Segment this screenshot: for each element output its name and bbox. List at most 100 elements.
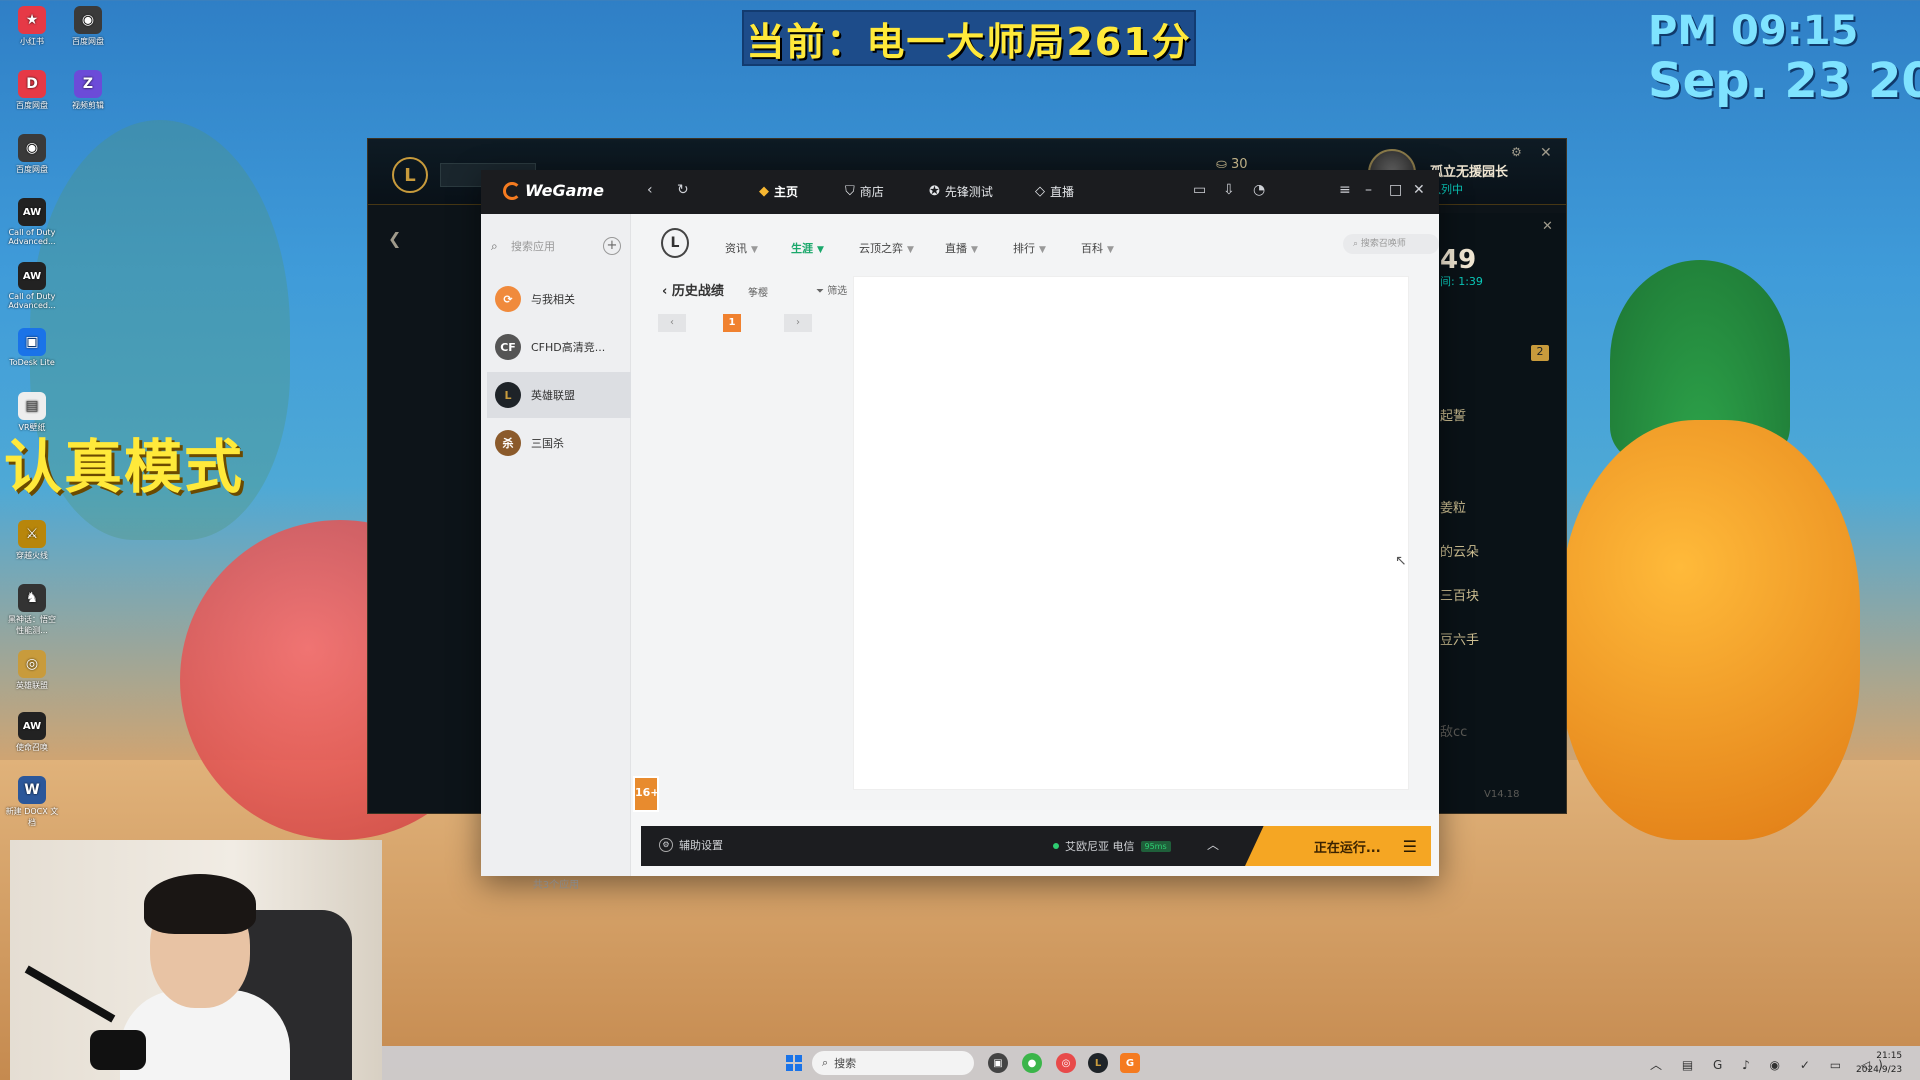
app-search[interactable]: ⌕ 搜索应用 +: [491, 234, 621, 258]
subtab-ranking[interactable]: 排行 ▼: [1013, 240, 1046, 256]
chevron-up-icon[interactable]: ︿: [1207, 836, 1219, 853]
desktop-icon[interactable]: ⚔ 穿越火线: [4, 520, 60, 561]
streamer-webcam: [10, 840, 382, 1080]
desktop-icon[interactable]: AW Call of Duty Advanced...: [4, 198, 60, 246]
app-icon: Z: [74, 70, 102, 98]
subtab-live[interactable]: 直播 ▼: [945, 240, 978, 256]
desktop-icon[interactable]: ◎ 英雄联盟: [4, 650, 60, 691]
sidebar-item-sanguosha[interactable]: 杀三国杀: [487, 420, 631, 466]
sanguosha-icon: 杀: [495, 430, 521, 456]
menu-icon[interactable]: ≡: [1339, 182, 1351, 198]
maximize-icon[interactable]: □: [1389, 182, 1402, 198]
sidebar-item-label: 三国杀: [531, 437, 564, 450]
filter-button[interactable]: ⏷ 筛选: [816, 282, 847, 297]
lol-friend-item[interactable]: 姜粒: [1440, 497, 1466, 516]
desktop-icon[interactable]: AW Call of Duty Advanced...: [4, 262, 60, 310]
lol-friend-item[interactable]: 豆六手: [1440, 629, 1479, 648]
close-icon[interactable]: ✕: [1542, 219, 1553, 234]
wegame-taskbar-icon[interactable]: G: [1120, 1053, 1140, 1073]
desktop-icon[interactable]: Z 视频剪辑: [60, 70, 116, 111]
desktop-icon[interactable]: D 百度网盘: [4, 70, 60, 111]
close-icon[interactable]: ✕: [1540, 145, 1552, 161]
tab-store[interactable]: ⛉ 商店: [845, 183, 884, 200]
desktop-icon-label: Call of Duty Advanced...: [8, 292, 56, 310]
close-icon[interactable]: ✕: [1413, 182, 1425, 198]
app-count: 共3个应用: [532, 880, 580, 891]
refresh-icon[interactable]: ↻: [677, 182, 689, 198]
running-button[interactable]: 正在运行... ☰: [1245, 826, 1431, 866]
tab-home[interactable]: ◆ 主页: [759, 183, 798, 200]
taskbar-search-label: 搜索: [834, 1057, 857, 1070]
desktop-icon[interactable]: ▣ ToDesk Lite: [4, 328, 60, 367]
subtab-tft[interactable]: 云顶之弈 ▼: [859, 240, 914, 256]
summoner-search-input[interactable]: ⌕ 搜索召唤师: [1343, 234, 1439, 254]
desktop-icon[interactable]: W 新建 DOCX 文档: [4, 776, 60, 828]
store-icon: ⛉: [845, 184, 855, 199]
next-page-button[interactable]: ›: [784, 314, 812, 332]
app-search-input[interactable]: 搜索应用: [511, 238, 603, 254]
sidebar-item-cfhd[interactable]: CF CFHD高清竞...: [487, 324, 631, 370]
assist-settings-button[interactable]: ⚙ 辅助设置: [659, 837, 723, 853]
chevron-down-icon: ▼: [1039, 245, 1046, 255]
server-select[interactable]: 艾欧尼亚 电信 95ms: [1053, 838, 1171, 854]
desktop-icon[interactable]: ◉ 百度网盘: [4, 134, 60, 175]
wegame-logo[interactable]: WeGame: [503, 181, 604, 200]
lol-friend-item[interactable]: 三百块: [1440, 585, 1479, 604]
timer-icon[interactable]: ◔: [1253, 182, 1265, 198]
folder-icon[interactable]: ▭: [1193, 182, 1206, 198]
desktop-icon[interactable]: AW 使命召唤: [4, 712, 60, 753]
lol-friend-item[interactable]: 起誓: [1440, 405, 1466, 424]
subtab-news[interactable]: 资讯 ▼: [725, 240, 758, 256]
tab-label: 先锋测试: [944, 185, 993, 199]
sidebar-item-lol[interactable]: L 英雄联盟: [487, 372, 631, 418]
subtab-label: 排行: [1013, 242, 1035, 255]
sidebar-item-related[interactable]: ⟳ 与我相关: [487, 276, 631, 322]
summoner-search-placeholder: 搜索召唤师: [1360, 239, 1406, 249]
taskbar-date: 2024/9/23: [1856, 1065, 1903, 1075]
desktop-icon[interactable]: ★ 小红书: [4, 6, 60, 47]
taskbar-clock[interactable]: 21:15 2024/9/23: [1856, 1049, 1902, 1077]
lol-friend-item[interactable]: 的云朵: [1440, 541, 1479, 560]
taskbar-search[interactable]: ⌕ 搜索: [812, 1051, 974, 1075]
wegame-content: L 资讯 ▼ 生涯 ▼ 云顶之弈 ▼ 直播 ▼ 排行 ▼ 百科 ▼ ⌕ 搜索召唤师 ‹ 历史…: [631, 214, 1439, 810]
subtab-label: 云顶之弈: [859, 242, 903, 255]
windows-start-icon[interactable]: [786, 1055, 802, 1071]
taskbar-time: 21:15: [1876, 1051, 1903, 1061]
desktop-icon[interactable]: ◉ 百度网盘: [60, 6, 116, 47]
page-number[interactable]: 1: [723, 314, 741, 332]
chevron-down-icon: ▼: [751, 245, 758, 255]
tab-pioneer-test[interactable]: ✪ 先锋测试: [929, 183, 993, 200]
wegame-window[interactable]: WeGame ‹ ↻ ◆ 主页 ⛉ 商店 ✪ 先锋测试 ◇ 直播 ▭ ⇩ ◔ ≡ – □…: [481, 170, 1439, 891]
mouse-cursor-icon: ↖: [1395, 553, 1407, 569]
subtab-career[interactable]: 生涯 ▼: [791, 240, 824, 256]
wegame-logo-text: WeGame: [525, 181, 604, 200]
app-icon: AW: [18, 262, 46, 290]
download-icon[interactable]: ⇩: [1223, 182, 1235, 198]
subtab-label: 资讯: [725, 242, 747, 255]
mode-overlay: 认真模式: [4, 433, 245, 501]
browser-icon[interactable]: ◎: [1056, 1053, 1076, 1073]
minimize-icon[interactable]: –: [1365, 182, 1372, 198]
desktop-icon[interactable]: ♞ 黑神话：悟空 性能测...: [4, 584, 60, 636]
add-app-button[interactable]: +: [603, 237, 621, 255]
stream-clock: PM 09:15 Sep. 23 202: [1648, 8, 1920, 109]
gear-icon[interactable]: ⚙: [1511, 145, 1522, 159]
chevron-left-icon[interactable]: ❮: [388, 229, 401, 248]
clock-time: PM 09:15: [1648, 8, 1859, 54]
menu-icon[interactable]: ☰: [1403, 837, 1417, 856]
subtab-wiki[interactable]: 百科 ▼: [1081, 240, 1114, 256]
back-icon[interactable]: ‹: [647, 182, 653, 198]
desktop-icon-label: 视频剪辑: [72, 101, 104, 110]
app-icon: ⚔: [18, 520, 46, 548]
microphone-icon: [90, 1030, 146, 1070]
prev-page-button[interactable]: ‹: [658, 314, 686, 332]
tab-live[interactable]: ◇ 直播: [1035, 183, 1074, 200]
desktop-icon-label: 百度网盘: [16, 101, 48, 110]
app-icon: ◉: [18, 134, 46, 162]
taskview-icon[interactable]: ▣: [988, 1053, 1008, 1073]
wechat-icon[interactable]: ●: [1022, 1053, 1042, 1073]
lol-taskbar-icon[interactable]: L: [1088, 1053, 1108, 1073]
lol-logo-icon[interactable]: L: [392, 157, 428, 193]
lol-friend-item[interactable]: 敌cc: [1440, 721, 1467, 740]
system-tray[interactable]: ︿ ▤ G ♪ ◉ ✓ ▭ ◁): [1650, 1056, 1891, 1073]
